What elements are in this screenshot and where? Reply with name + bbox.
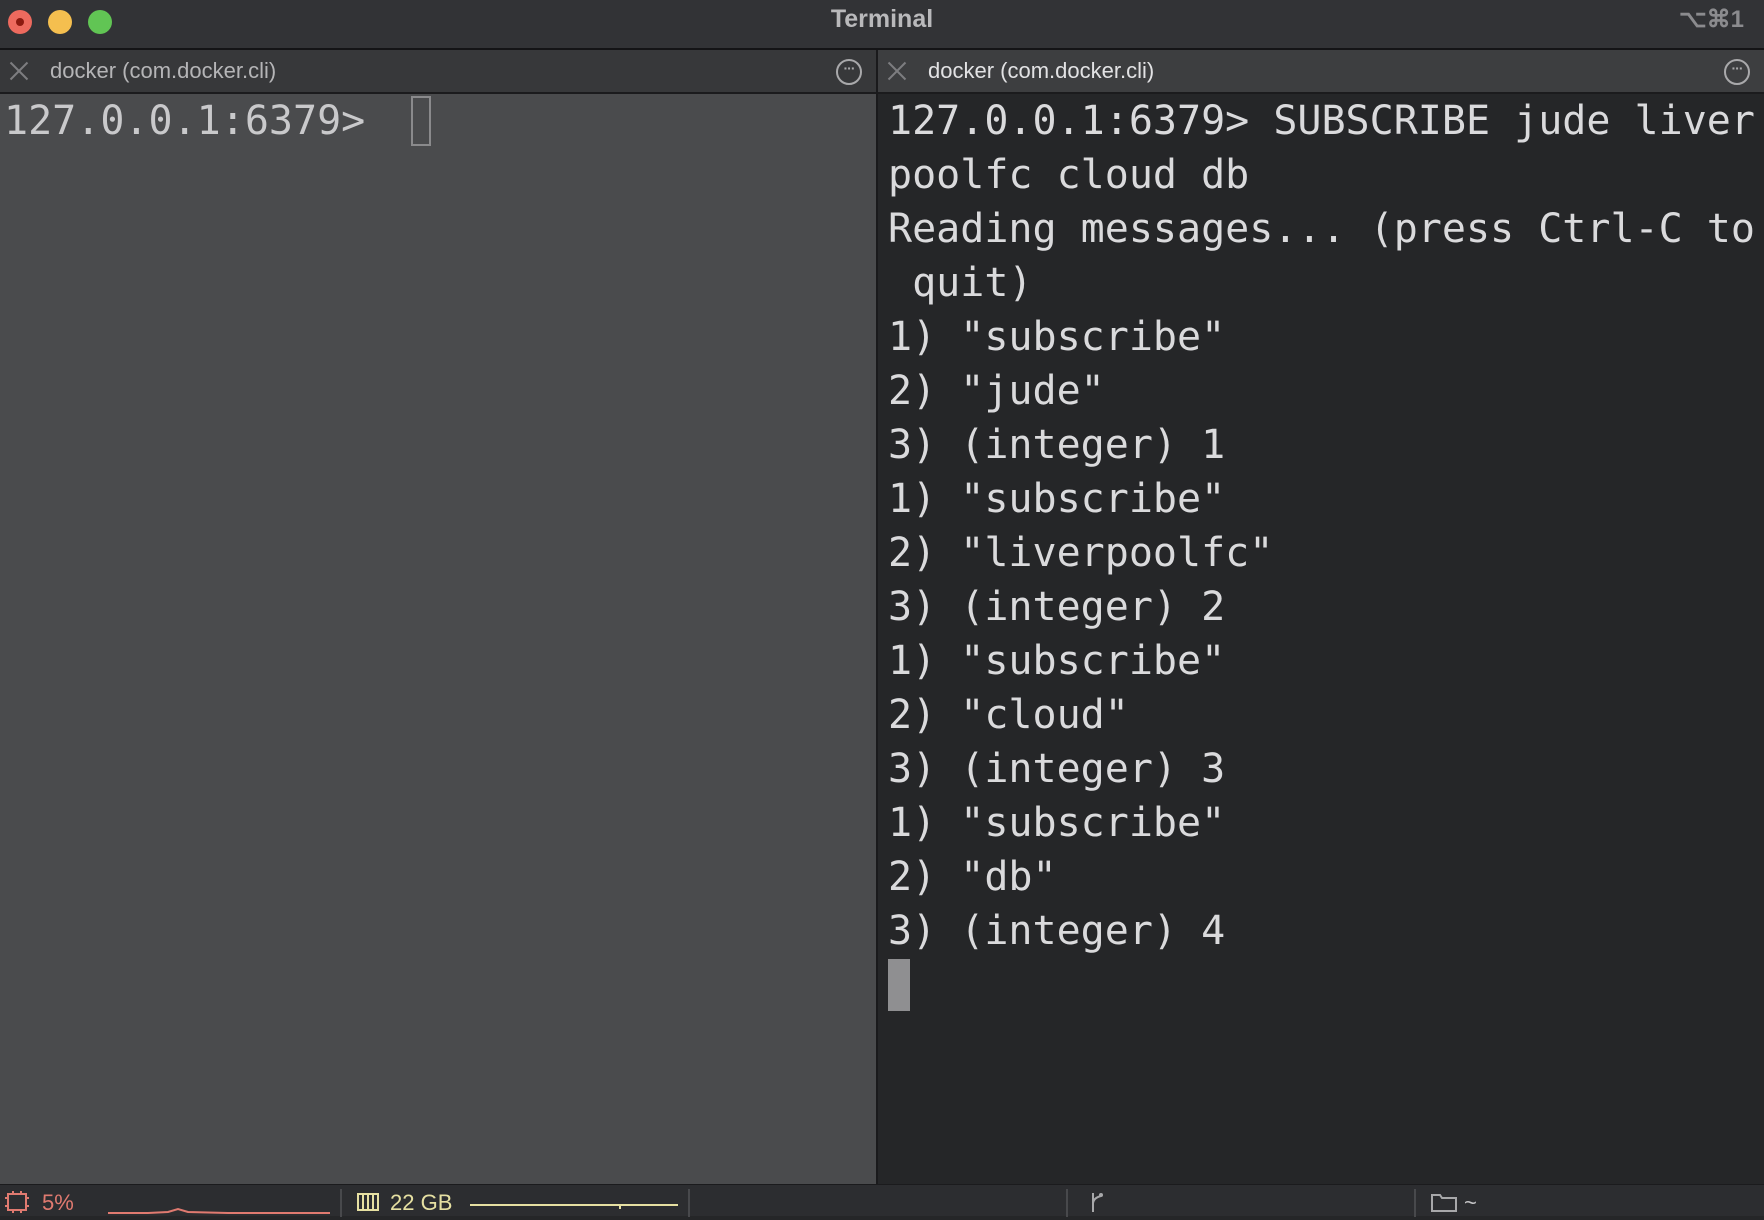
terminal-line: 2) "jude": [888, 368, 1105, 414]
terminal-line: 1) "subscribe": [888, 476, 1226, 522]
status-separator: [340, 1189, 342, 1217]
terminal-line: 2) "db": [888, 854, 1057, 900]
current-directory: ~: [1464, 1190, 1477, 1215]
terminal-output[interactable]: 127.0.0.1:6379> SUBSCRIBE jude liver pool…: [888, 94, 1760, 1184]
tab-left[interactable]: docker (com.docker.cli) ···: [0, 50, 876, 94]
memory-usage: 22 GB: [390, 1190, 453, 1215]
title-bar: Terminal ⌥⌘1: [0, 0, 1764, 50]
right-terminal-pane[interactable]: docker (com.docker.cli) ··· 127.0.0.1:63…: [878, 50, 1764, 1184]
terminal-line: 1) "subscribe": [888, 800, 1226, 846]
status-bar: 5% 22 GB ~: [0, 1184, 1764, 1217]
status-separator: [688, 1189, 690, 1217]
tab-label: docker (com.docker.cli): [928, 58, 1155, 83]
terminal-output[interactable]: 127.0.0.1:6379>: [4, 94, 872, 1184]
more-options-icon[interactable]: ···: [836, 59, 862, 85]
terminal-line: 127.0.0.1:6379> SUBSCRIBE jude liver: [888, 98, 1755, 144]
window-title: Terminal: [830, 5, 934, 33]
close-tab-icon[interactable]: [886, 60, 908, 82]
terminal-line: 2) "liverpoolfc": [888, 530, 1274, 576]
more-options-icon[interactable]: ···: [1724, 59, 1750, 85]
terminal-line: 3) (integer) 2: [888, 584, 1226, 630]
left-terminal-pane[interactable]: docker (com.docker.cli) ··· 127.0.0.1:63…: [0, 50, 876, 1184]
terminal-line: 3) (integer) 1: [888, 422, 1226, 468]
tab-label: docker (com.docker.cli): [50, 58, 277, 83]
close-tab-icon[interactable]: [8, 60, 30, 82]
terminal-line: 1) "subscribe": [888, 638, 1226, 684]
terminal-prompt: 127.0.0.1:6379>: [4, 98, 390, 144]
terminal-line: Reading messages... (press Ctrl-C to: [888, 206, 1755, 252]
cpu-usage: 5%: [42, 1190, 74, 1215]
terminal-line: 3) (integer) 3: [888, 746, 1226, 792]
tab-right[interactable]: docker (com.docker.cli) ···: [878, 50, 1764, 94]
terminal-line: 3) (integer) 4: [888, 908, 1226, 954]
terminal-line: 1) "subscribe": [888, 314, 1226, 360]
cpu-graph: [108, 1207, 330, 1214]
window-shortcut: ⌥⌘1: [1678, 6, 1744, 33]
memory-graph: [470, 1204, 678, 1209]
status-separator: [1414, 1189, 1416, 1217]
terminal-line: 2) "cloud": [888, 692, 1129, 738]
terminal-line: quit): [888, 260, 1033, 306]
text-cursor: [411, 96, 432, 146]
terminal-line: poolfc cloud db: [888, 152, 1250, 198]
text-cursor: [888, 959, 910, 1011]
status-separator: [1066, 1189, 1068, 1217]
